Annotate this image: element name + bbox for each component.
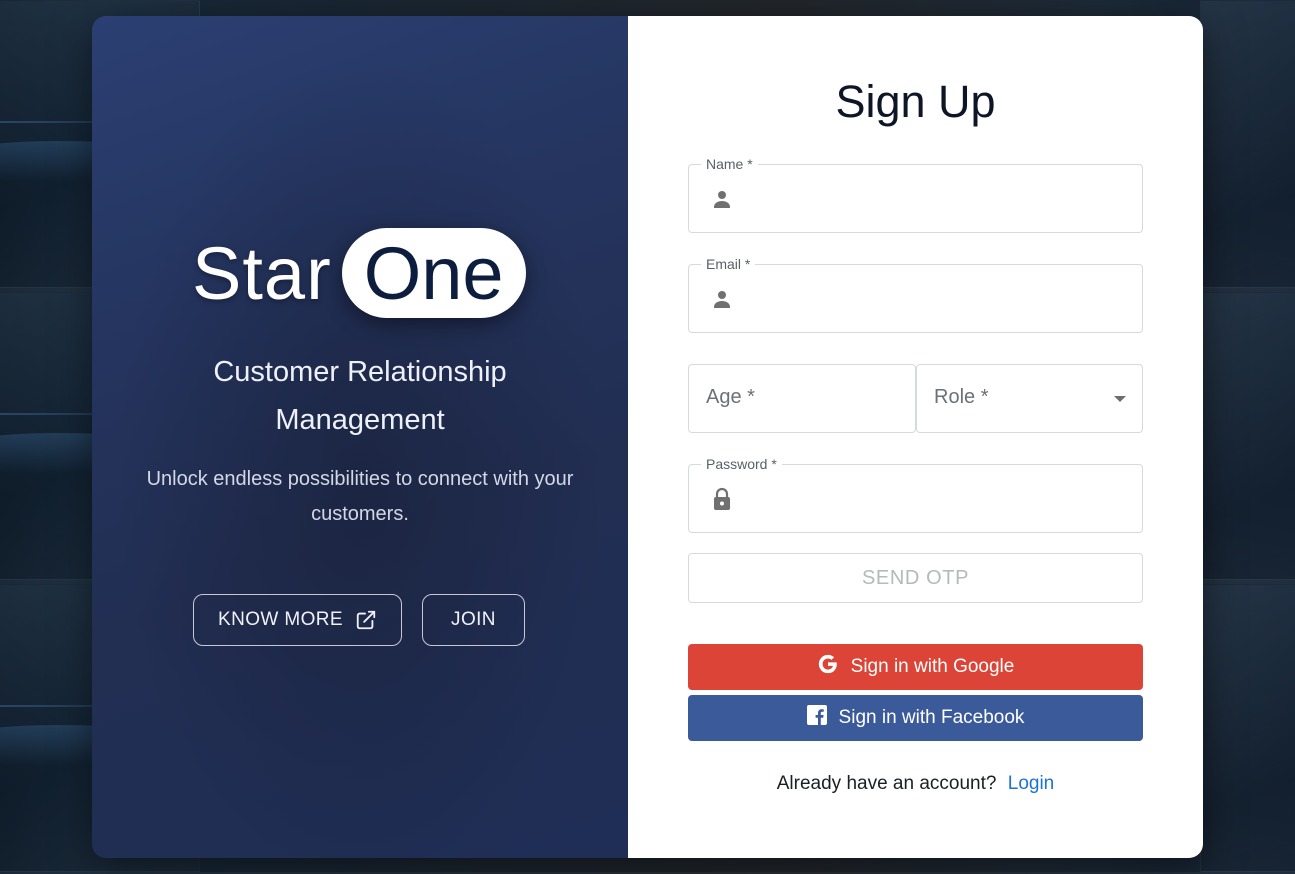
role-select[interactable]: Role * — [916, 364, 1143, 433]
signup-card: Star One Customer Relationship Managemen… — [92, 16, 1203, 858]
caret-down-icon — [1114, 396, 1126, 402]
login-prompt: Already have an account? Login — [628, 773, 1203, 795]
background-tile — [1200, 0, 1295, 288]
name-label: Name * — [701, 155, 758, 173]
signup-form: Sign Up Name * Email * Age * Role * Pass… — [628, 16, 1203, 858]
external-link-icon — [355, 609, 377, 631]
brand-panel: Star One Customer Relationship Managemen… — [92, 16, 628, 858]
join-button[interactable]: JOIN — [422, 594, 525, 646]
form-title: Sign Up — [835, 76, 996, 127]
role-placeholder: Role * — [934, 386, 989, 408]
email-label: Email * — [701, 255, 756, 273]
age-field[interactable]: Age * — [688, 364, 916, 433]
brand-one-pill: One — [341, 228, 526, 318]
facebook-signin-label: Sign in with Facebook — [838, 707, 1025, 728]
brand-tagline: Unlock endless possibilities to connect … — [146, 468, 574, 525]
password-field[interactable]: Password * — [688, 455, 1143, 533]
subtitle-line-1: Customer Relationship — [213, 356, 507, 388]
password-input[interactable] — [749, 483, 1128, 515]
background-tile — [1200, 292, 1295, 580]
send-otp-button[interactable]: SEND OTP — [688, 553, 1143, 603]
person-icon — [709, 186, 735, 212]
brand-logo: Star One — [192, 228, 526, 318]
subtitle-line-2: Management — [275, 404, 445, 436]
age-placeholder: Age * — [706, 386, 755, 408]
know-more-label: KNOW MORE — [218, 609, 343, 630]
email-field[interactable]: Email * — [688, 255, 1143, 333]
google-signin-label: Sign in with Google — [850, 656, 1015, 677]
name-field[interactable]: Name * — [688, 155, 1143, 233]
facebook-icon — [806, 705, 827, 731]
join-label: JOIN — [451, 609, 496, 630]
facebook-signin-button[interactable]: Sign in with Facebook — [688, 695, 1143, 741]
lock-icon — [709, 486, 735, 512]
email-input[interactable] — [749, 283, 1128, 315]
login-prompt-text: Already have an account? — [776, 773, 997, 794]
brand-subtitle: Customer Relationship Management — [92, 348, 628, 444]
know-more-button[interactable]: KNOW MORE — [193, 594, 402, 646]
brand-star-text: Star — [192, 231, 332, 315]
google-icon — [817, 653, 839, 681]
password-label: Password * — [701, 455, 782, 473]
login-link[interactable]: Login — [1008, 773, 1055, 794]
person-icon — [709, 286, 735, 312]
background-tile — [1200, 584, 1295, 872]
google-signin-button[interactable]: Sign in with Google — [688, 644, 1143, 690]
name-input[interactable] — [749, 183, 1128, 215]
